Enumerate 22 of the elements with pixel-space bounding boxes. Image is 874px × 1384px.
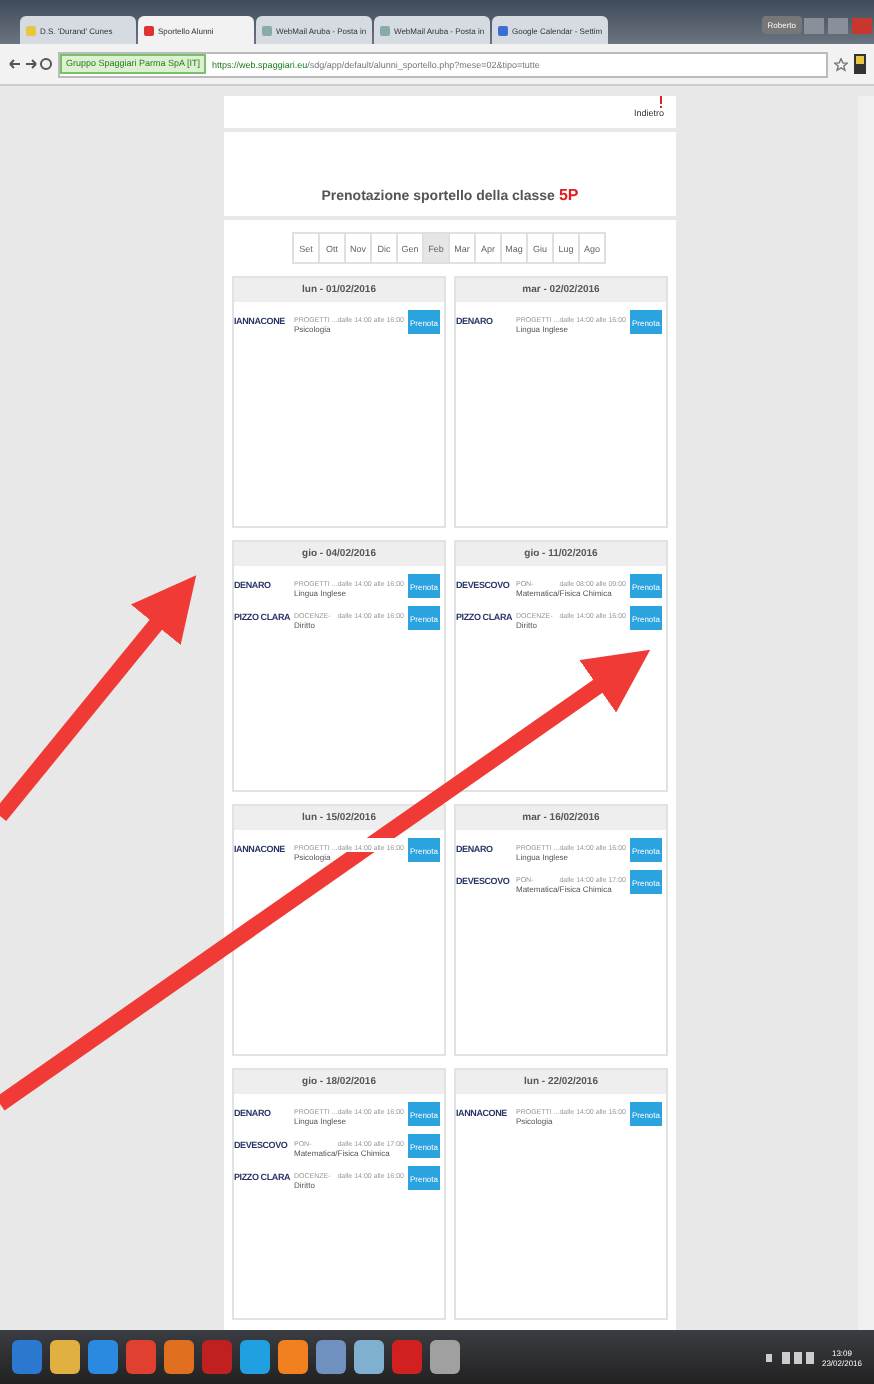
app-icon[interactable] (50, 1340, 80, 1374)
app-icon[interactable] (126, 1340, 156, 1374)
app-icon[interactable] (354, 1340, 384, 1374)
app-icon[interactable] (12, 1340, 42, 1374)
favicon-icon (144, 25, 154, 35)
app-icon[interactable] (164, 1340, 194, 1374)
scrollbar[interactable] (858, 96, 874, 1330)
extension-icon[interactable] (854, 54, 866, 74)
favicon-icon (26, 25, 36, 35)
tray-icons-drawing[interactable] (765, 1349, 814, 1365)
favicon-icon (262, 25, 272, 35)
app-icon[interactable] (240, 1340, 270, 1374)
navigation-arrows-icon[interactable] (8, 56, 52, 72)
app-icon[interactable] (316, 1340, 346, 1374)
star-icon[interactable] (834, 57, 848, 71)
favicon-icon (380, 25, 390, 35)
class-name: 5P (558, 186, 579, 204)
app-icon[interactable] (278, 1340, 308, 1374)
exclamation-icon (658, 96, 664, 108)
favicon-icon (498, 25, 508, 35)
app-icon[interactable] (430, 1340, 460, 1374)
app-icon[interactable] (88, 1340, 118, 1374)
